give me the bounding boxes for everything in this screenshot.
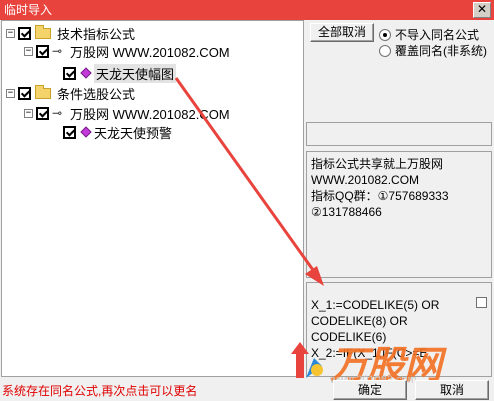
collapse-icon[interactable]: − — [6, 28, 15, 38]
child-2-checkbox[interactable] — [36, 106, 49, 120]
info-panel: 指标公式共享就上万股网 WWW.201082.COM 指标QQ群：①757689… — [306, 151, 492, 278]
info-line: WWW.201082.COM — [311, 173, 420, 187]
folder-icon — [35, 24, 51, 39]
code-line: X_1:=CODELIKE(5) OR — [311, 298, 440, 312]
radio-overwrite[interactable] — [379, 44, 391, 57]
child-2-label: 万股网 WWW.201082.COM — [70, 106, 230, 122]
key-icon: ⊸ — [52, 106, 63, 120]
collapse-icon[interactable]: − — [24, 108, 33, 118]
group-1-label: 技术指标公式 — [57, 26, 136, 42]
tree-leaf-1[interactable]: 天龙天使幅图 — [60, 63, 177, 83]
leaf-2-label[interactable]: 天龙天使预警 — [94, 123, 172, 142]
leaf-1-label[interactable]: 天龙天使幅图 — [94, 63, 177, 83]
leaf-1-checkbox[interactable] — [63, 66, 76, 80]
empty-panel — [306, 122, 492, 146]
formula-icon — [80, 67, 92, 79]
collapse-icon[interactable]: − — [6, 88, 15, 98]
group-2-checkbox[interactable] — [18, 86, 31, 100]
tree-group-2[interactable]: − 条件选股公式 — [6, 84, 135, 102]
formula-icon — [80, 126, 92, 138]
leaf-2-checkbox[interactable] — [63, 125, 76, 139]
option-skip-duplicates[interactable]: 不导入同名公式 — [379, 26, 479, 43]
key-icon: ⊸ — [52, 44, 63, 58]
radio-skip[interactable] — [379, 28, 391, 41]
brand-logo-icon — [291, 342, 323, 378]
formula-tree[interactable]: − 技术指标公式 − ⊸ 万股网 WWW.201082.COM 天龙天使幅图 −… — [1, 20, 304, 377]
option-skip-label: 不导入同名公式 — [395, 28, 480, 42]
close-button[interactable]: ✕ — [473, 2, 491, 18]
cancel-button[interactable]: 取消 — [415, 380, 489, 400]
tree-leaf-2[interactable]: 天龙天使预警 — [60, 123, 172, 141]
tree-child-1[interactable]: − ⊸ 万股网 WWW.201082.COM — [24, 42, 230, 60]
status-message: 系统存在同名公式,再次点击可以更名 — [2, 384, 198, 398]
title-bar: 临时导入 ✕ — [0, 0, 494, 20]
child-1-label: 万股网 WWW.201082.COM — [70, 44, 230, 60]
tree-group-1[interactable]: − 技术指标公式 — [6, 24, 135, 42]
child-1-checkbox[interactable] — [36, 44, 49, 58]
collapse-icon[interactable]: − — [24, 46, 33, 56]
group-2-label: 条件选股公式 — [57, 86, 136, 102]
info-line: ②131788466 — [311, 205, 382, 219]
window-title: 临时导入 — [4, 3, 53, 17]
folder-icon — [35, 84, 51, 99]
ok-button[interactable]: 确定 — [333, 380, 407, 400]
cancel-all-button[interactable]: 全部取消 — [310, 23, 374, 42]
info-line: 指标QQ群：①757689333 — [311, 189, 449, 203]
code-line: CODELIKE(8) OR — [311, 314, 408, 328]
code-checkbox[interactable] — [476, 297, 487, 308]
tree-child-2[interactable]: − ⊸ 万股网 WWW.201082.COM — [24, 104, 230, 122]
info-line: 指标公式共享就上万股网 — [311, 157, 444, 171]
option-overwrite-label: 覆盖同名(非系统) — [395, 44, 487, 58]
group-1-checkbox[interactable] — [18, 26, 31, 40]
option-overwrite[interactable]: 覆盖同名(非系统) — [379, 42, 487, 59]
